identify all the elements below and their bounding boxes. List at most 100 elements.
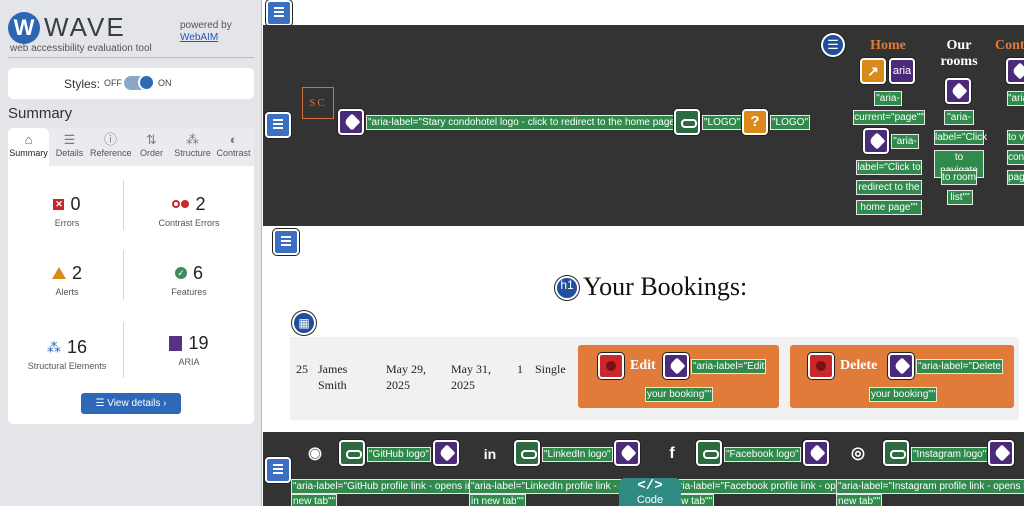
region-icon[interactable]: [265, 112, 291, 138]
linked-image-icon[interactable]: [883, 440, 909, 466]
aria-label-text: "aria-: [1007, 91, 1024, 106]
aria-label-icon[interactable]: [803, 440, 829, 466]
aria-label-icon[interactable]: [1006, 58, 1024, 84]
nav-contact[interactable]: Cont: [995, 38, 1024, 54]
tab-summary[interactable]: ⌂ Summary: [8, 128, 49, 166]
region-icon[interactable]: [266, 0, 292, 26]
error-icon[interactable]: [808, 353, 834, 379]
styles-toggle[interactable]: [124, 74, 155, 91]
aria-label-text: label="Click: [934, 130, 988, 145]
tab-structure[interactable]: ⁂ Structure: [172, 128, 213, 166]
wave-logo-icon: W: [8, 12, 40, 44]
alt-text-label: "LOGO": [702, 115, 742, 130]
delete-booking-button[interactable]: Delete "aria-label="Delete your booking"…: [790, 345, 1014, 408]
stat-contrast-errors[interactable]: 2 Contrast Errors: [134, 193, 244, 229]
nav-our-rooms[interactable]: Our rooms: [929, 38, 989, 70]
linked-image-icon[interactable]: [696, 440, 722, 466]
structural-count: 16: [66, 336, 88, 357]
aria-label-text: your booking"": [869, 387, 938, 402]
booking-guests: 1: [517, 362, 523, 376]
stat-divider: [123, 322, 124, 378]
nav-home[interactable]: Home: [858, 38, 918, 54]
linked-image-icon[interactable]: [674, 109, 700, 135]
stat-aria[interactable]: 19 ARIA: [134, 332, 244, 367]
aria-label-icon[interactable]: [663, 353, 689, 379]
guest-first-name: James: [318, 362, 348, 376]
checkout-year: 2025: [451, 378, 475, 392]
checkout-date: May 31,: [451, 362, 491, 376]
view-details-button[interactable]: ☰ View details ›: [81, 393, 181, 414]
redundant-link-icon[interactable]: ↗: [860, 58, 886, 84]
errors-label: Errors: [54, 218, 80, 228]
table-icon[interactable]: ▦: [292, 311, 316, 335]
aria-label: ARIA: [178, 357, 200, 367]
region-icon[interactable]: [273, 229, 299, 255]
tab-contrast[interactable]: ◐ Contrast: [213, 128, 254, 166]
aria-label-text: in new tab"": [469, 494, 526, 506]
aria-label-text: to vi: [1007, 130, 1024, 145]
aria-icon[interactable]: aria: [889, 58, 915, 84]
aria-label-icon[interactable]: [945, 78, 971, 104]
list-icon: ☰: [95, 398, 108, 409]
alt-text-label: "LinkedIn logo": [542, 447, 613, 462]
wave-brand-subtitle: web accessibility evaluation tool: [10, 43, 152, 54]
aria-label-icon[interactable]: [988, 440, 1014, 466]
booking-id: 25: [296, 362, 308, 376]
error-icon: ✕: [53, 198, 65, 210]
page-title: Your Bookings:: [583, 272, 748, 301]
aria-label-icon[interactable]: [888, 353, 914, 379]
stat-features[interactable]: ✓ 6 Features: [134, 262, 244, 298]
wave-tabs: ⌂ Summary ☰ Details ⓘ Reference ⇅ Order …: [8, 128, 254, 166]
alerts-count: 2: [71, 262, 82, 283]
aria-label-text: "aria-: [944, 110, 974, 125]
list-icon[interactable]: ☰: [821, 33, 845, 57]
booking-guest-name: James Smith: [318, 361, 347, 393]
tab-reference[interactable]: ⓘ Reference: [90, 128, 132, 166]
aria-label-text: to room: [941, 170, 977, 185]
suspicious-alt-icon[interactable]: ?: [742, 109, 768, 135]
checkin-date: May 29,: [386, 362, 426, 376]
errors-count: 0: [70, 193, 81, 214]
aria-label-icon[interactable]: [614, 440, 640, 466]
structural-label: Structural Elements: [27, 361, 107, 371]
aria-label-icon[interactable]: [338, 109, 364, 135]
error-icon[interactable]: [598, 353, 624, 379]
aria-label-icon[interactable]: [863, 128, 889, 154]
tab-order[interactable]: ⇅ Order: [131, 128, 172, 166]
summary-panel: ✕ 0 Errors 2 Contrast Errors 2 Alerts ✓ 6 …: [8, 166, 254, 424]
linkedin-icon[interactable]: in: [478, 442, 502, 466]
aria-label-text: "aria-label="Facebook profile link - ope…: [668, 479, 854, 494]
instagram-icon[interactable]: ◎: [846, 442, 870, 466]
aria-icon: [169, 335, 183, 351]
h1-icon[interactable]: h1: [555, 276, 579, 300]
alerts-label: Alerts: [55, 287, 79, 297]
linked-image-icon[interactable]: [514, 440, 540, 466]
webaim-link[interactable]: WebAIM: [180, 32, 218, 43]
checkin-year: 2025: [386, 378, 410, 392]
order-icon: ⇅: [146, 132, 157, 147]
facebook-icon[interactable]: f: [660, 442, 684, 466]
contrast-errors-label: Contrast Errors: [158, 218, 220, 228]
site-logo[interactable]: SC: [302, 87, 334, 119]
tab-details[interactable]: ☰ Details: [49, 128, 90, 166]
code-icon: </>: [637, 478, 663, 494]
alt-text-label: "GitHub logo": [367, 447, 431, 462]
aria-current-label: current="page"": [853, 110, 925, 125]
edit-label: Edit: [630, 358, 656, 373]
list-icon: ☰: [63, 132, 76, 147]
aria-label-text: "aria-label="GitHub profile link - opens…: [291, 479, 475, 494]
stat-structural[interactable]: ⁂ 16 Structural Elements: [12, 336, 122, 372]
aria-label-text: page: [1007, 170, 1024, 185]
wave-brand-name: WAVE: [44, 12, 126, 42]
linked-image-icon[interactable]: [339, 440, 365, 466]
aria-label-text: list"": [947, 190, 973, 205]
code-toggle-button[interactable]: </> Code: [619, 478, 681, 506]
features-label: Features: [171, 287, 207, 297]
region-icon[interactable]: [265, 457, 291, 483]
aria-label-icon[interactable]: [433, 440, 459, 466]
github-icon[interactable]: ◉: [303, 442, 327, 466]
stat-alerts[interactable]: 2 Alerts: [12, 262, 122, 297]
edit-booking-button[interactable]: Edit "aria-label="Edit your booking"": [578, 345, 779, 408]
stat-errors[interactable]: ✕ 0 Errors: [12, 193, 122, 228]
alt-text-label: "Instagram logo": [911, 447, 989, 462]
